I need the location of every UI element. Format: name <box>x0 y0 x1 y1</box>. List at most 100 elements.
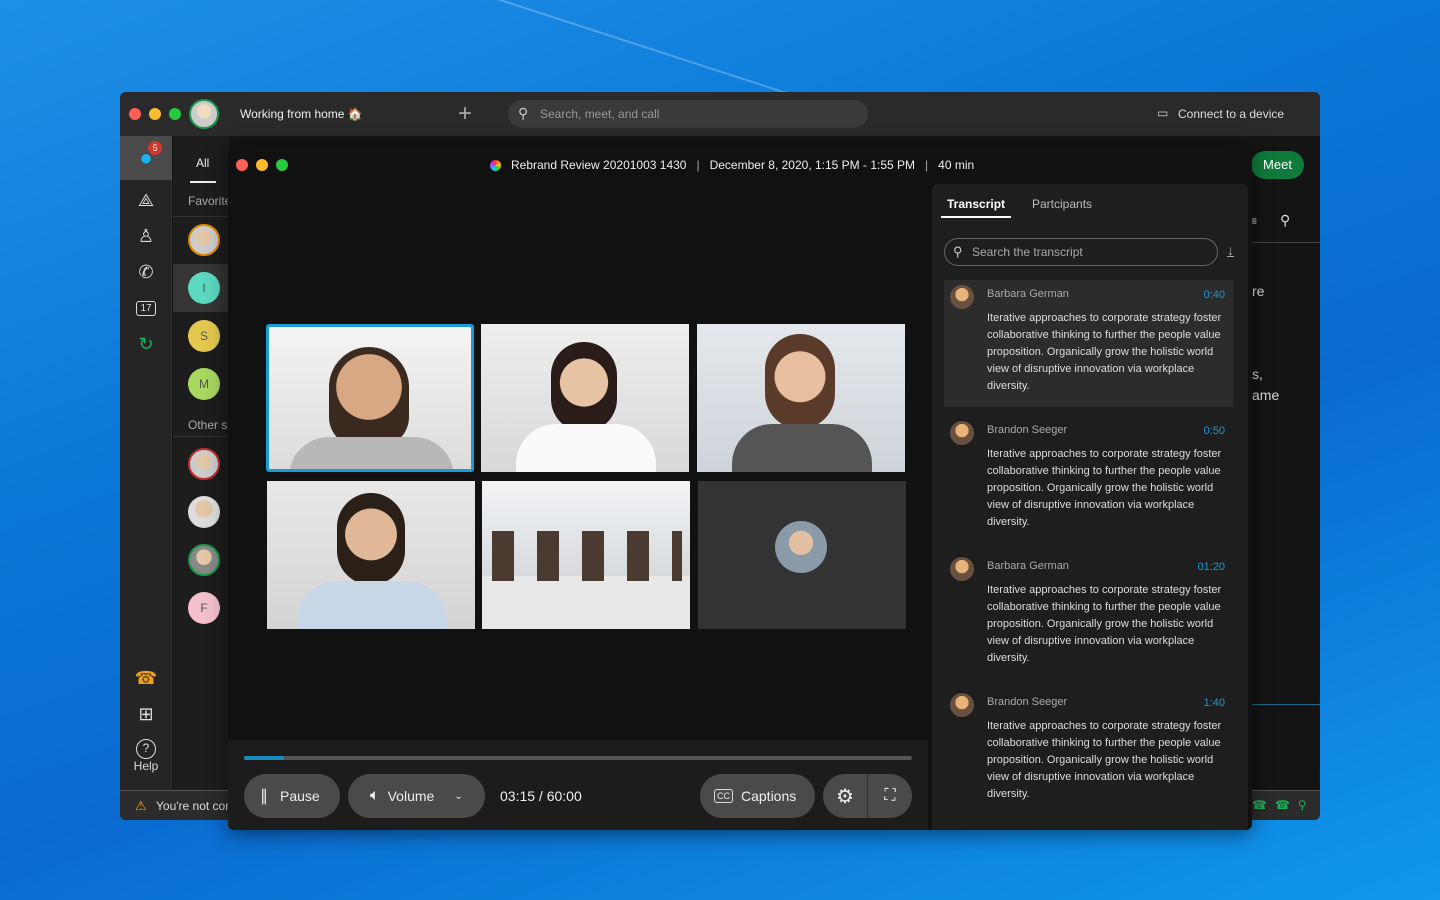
calendar-icon[interactable]: 17 <box>120 290 172 326</box>
transcript-entry[interactable]: Barbara German 0:40 Iterative approaches… <box>944 280 1233 407</box>
call-status-icons[interactable]: ☎☎⚲ <box>1252 798 1315 812</box>
help-label: Help <box>133 759 159 773</box>
volume-label: Volume <box>387 788 435 804</box>
calendar-day: 17 <box>136 300 156 316</box>
transcript-text: Iterative approaches to corporate strate… <box>987 448 1222 528</box>
contact-avatar-s[interactable]: S <box>188 320 220 352</box>
playback-time: 03:15 / 60:00 <box>500 788 582 804</box>
contact-avatar-f[interactable]: F <box>188 592 220 624</box>
gear-icon[interactable]: ⚙ <box>823 784 867 809</box>
pause-button[interactable]: ∥ Pause <box>244 774 340 818</box>
close-button[interactable] <box>236 159 248 171</box>
meeting-title: Rebrand Review 20201003 1430 <box>511 158 687 172</box>
transcript-text: Iterative approaches to corporate strate… <box>987 720 1222 800</box>
pause-icon: ∥ <box>260 788 268 805</box>
fullscreen-icon[interactable]: ⛶ <box>868 787 912 805</box>
speaker-avatar <box>950 421 974 445</box>
title-bar: Working from home 🏠 + ⚲ Search, meet, an… <box>120 92 1320 136</box>
search-input[interactable]: ⚲ Search, meet, and call <box>508 100 868 128</box>
speaker-avatar <box>950 693 974 717</box>
phone-icon[interactable]: ✆ <box>120 254 172 290</box>
settings-group: ⚙ ⛶ <box>823 774 912 818</box>
contacts-icon[interactable]: ♙ <box>120 218 172 254</box>
tab-transcript[interactable]: Transcript <box>947 197 1005 211</box>
maximize-button[interactable] <box>169 108 181 120</box>
contact-avatar[interactable] <box>188 224 220 256</box>
video-tile-participant-4[interactable] <box>267 481 475 629</box>
contact-avatar-m[interactable]: M <box>188 368 220 400</box>
search-placeholder: Search, meet, and call <box>540 107 660 121</box>
speaker-avatar <box>950 285 974 309</box>
call-pickup-icon[interactable]: ☎ <box>120 660 172 696</box>
speaker-icon: 🔈︎ <box>370 787 380 804</box>
message-text: ame <box>1252 387 1280 403</box>
speaker-name: Brandon Seeger <box>987 424 1068 436</box>
transcript-search-placeholder: Search the transcript <box>972 245 1083 259</box>
tab-all[interactable]: All <box>196 156 209 170</box>
transcript-entry[interactable]: Brandon Seeger 0:50 Iterative approaches… <box>944 416 1233 531</box>
transcript-text: Iterative approaches to corporate strate… <box>987 312 1222 392</box>
pause-label: Pause <box>280 788 320 804</box>
timestamp[interactable]: 0:50 <box>1204 425 1225 437</box>
status-text[interactable]: Working from home 🏠 <box>240 107 363 121</box>
video-tile-audio-only[interactable] <box>698 481 906 629</box>
search-icon: ⚲ <box>953 244 963 259</box>
speaker-avatar <box>950 557 974 581</box>
tab-participants[interactable]: Partcipants <box>1032 197 1092 211</box>
chevron-down-icon[interactable]: ⌄ <box>454 791 462 802</box>
participant-avatar <box>775 521 827 573</box>
minimize-button[interactable] <box>149 108 161 120</box>
connect-device-button[interactable]: Connect to a device <box>1178 107 1284 121</box>
volume-button[interactable]: 🔈︎ Volume ⌄ <box>348 774 485 818</box>
meeting-recording-window: Rebrand Review 20201003 1430 | December … <box>228 146 1252 830</box>
sidebar: ● 5 ⟁ ♙ ✆ 17 ↻ ☎ ⊞ ? Help <box>120 136 172 790</box>
tab-underline <box>190 181 216 183</box>
captions-button[interactable]: CC Captions <box>700 774 815 818</box>
sidebar-item-messages[interactable]: ● 5 <box>120 136 172 180</box>
transcript-panel: Transcript Partcipants ⚲ Search the tran… <box>932 184 1248 830</box>
message-text: re <box>1252 283 1265 299</box>
screen-icon: ▭ <box>1157 106 1169 120</box>
close-button[interactable] <box>129 108 141 120</box>
video-tile-participant-3[interactable] <box>697 324 905 472</box>
timestamp[interactable]: 0:40 <box>1204 289 1225 301</box>
contact-avatar[interactable] <box>188 496 220 528</box>
apps-grid-icon[interactable]: ⊞ <box>120 696 172 732</box>
captions-label: Captions <box>741 788 797 804</box>
contact-avatar[interactable] <box>188 448 220 480</box>
transcript-text: Iterative approaches to corporate strate… <box>987 584 1222 664</box>
sync-icon[interactable]: ↻ <box>120 326 172 362</box>
cc-icon: CC <box>714 789 733 803</box>
video-tile-participant-2[interactable] <box>481 324 689 472</box>
contact-avatar-i[interactable]: I <box>188 272 220 304</box>
meeting-duration: 40 min <box>938 158 975 172</box>
help-button[interactable]: ? Help <box>120 734 172 778</box>
meet-button[interactable]: Meet <box>1251 151 1304 179</box>
webex-logo-icon <box>490 159 501 171</box>
maximize-button[interactable] <box>276 159 288 171</box>
video-tile-participant-1[interactable] <box>266 324 474 472</box>
transcript-entry[interactable]: Barbara German 01:20 Iterative approache… <box>944 552 1233 667</box>
message-text: s, <box>1252 366 1263 382</box>
speaker-name: Barbara German <box>987 560 1069 572</box>
speaker-name: Barbara German <box>987 288 1069 300</box>
contact-avatar[interactable] <box>188 544 220 576</box>
search-icon[interactable]: ⚲ <box>1280 212 1290 229</box>
search-icon: ⚲ <box>518 105 529 121</box>
favorites-heading: Favorites <box>188 194 229 208</box>
user-avatar[interactable] <box>189 99 219 129</box>
help-icon: ? <box>136 739 156 759</box>
minimize-button[interactable] <box>256 159 268 171</box>
timestamp[interactable]: 01:20 <box>1197 561 1225 573</box>
download-icon[interactable]: ↓ <box>1227 242 1234 258</box>
add-icon[interactable]: + <box>458 100 472 128</box>
timestamp[interactable]: 1:40 <box>1204 697 1225 709</box>
progress-bar[interactable] <box>244 756 912 760</box>
other-spaces-heading: Other spaces <box>188 418 229 432</box>
speaker-name: Brandon Seeger <box>987 696 1068 708</box>
warning-icon: ⚠ <box>135 798 147 813</box>
transcript-entry[interactable]: Brandon Seeger 1:40 Iterative approaches… <box>944 688 1233 803</box>
transcript-search-input[interactable]: ⚲ Search the transcript <box>944 238 1218 266</box>
video-tile-conference-room[interactable] <box>482 481 690 629</box>
teams-icon[interactable]: ⟁ <box>120 182 172 218</box>
